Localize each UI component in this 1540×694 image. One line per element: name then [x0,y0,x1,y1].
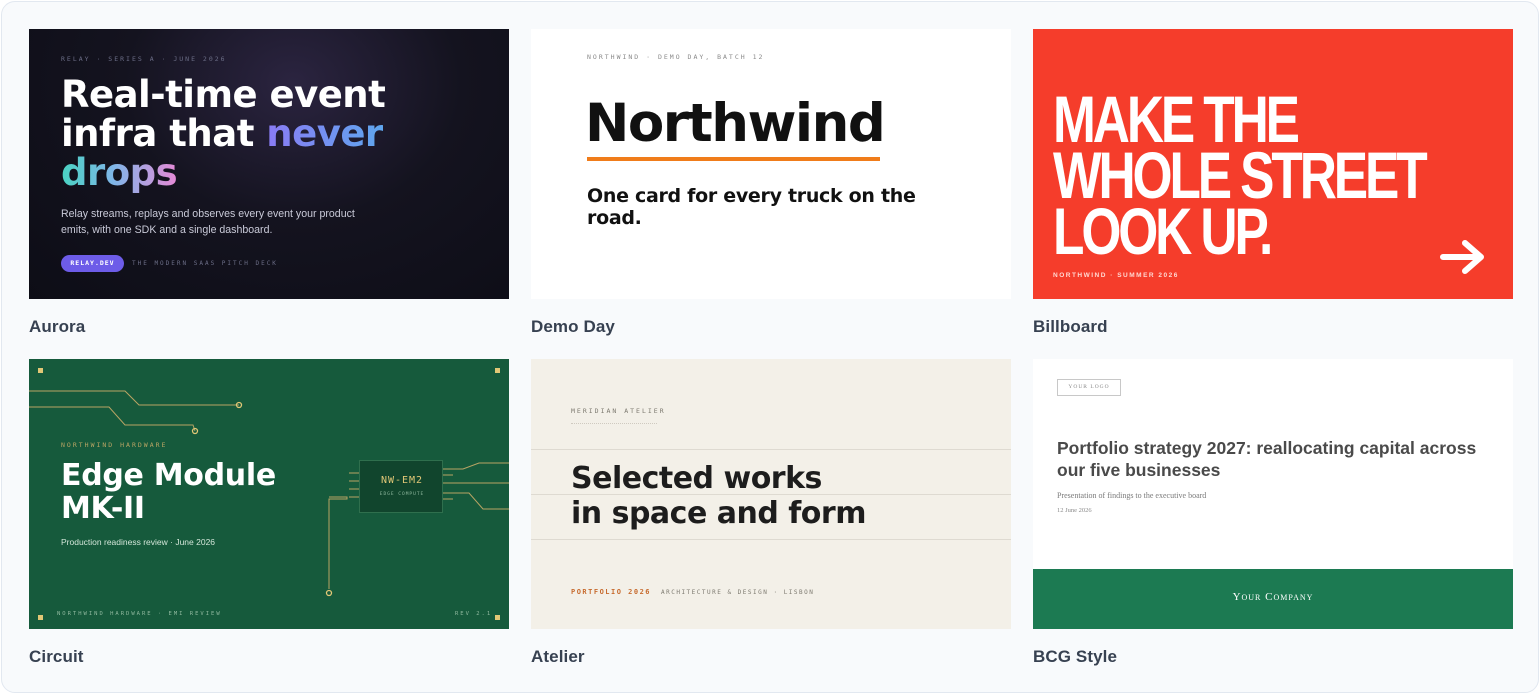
slide-title: Edge Module MK-II [61,459,276,525]
slide-eyebrow: NORTHWIND HARDWARE [61,441,168,449]
template-name[interactable]: BCG Style [1033,647,1117,667]
slide-footer: ARCHITECTURE & DESIGN · LISBON [661,589,815,596]
headline-accent: never [266,112,383,155]
url-pill: RELAY.DEV [61,255,124,272]
slide-date: 12 June 2026 [1057,507,1092,514]
slide-eyebrow: MERIDIAN ATELIER [571,407,666,415]
slide-subtitle: Production readiness review · June 2026 [61,537,216,547]
slide-headline: Real-time event infra that never drops [61,73,386,192]
slide-body: Relay streams, replays and observes ever… [61,208,355,236]
slide-eyebrow: RELAY · SERIES A · JUNE 2026 [61,55,227,63]
slide-title: Selected works in space and form [571,461,866,531]
slide-footer: NORTHWIND · SUMMER 2026 [1053,272,1179,279]
chip-subtitle: EDGE COMPUTE [379,492,425,497]
template-name[interactable]: Atelier [531,647,585,667]
slide-tagline: THE MODERN SAAS PITCH DECK [132,260,278,267]
template-thumbnail-bcg-style[interactable]: YOUR LOGO Portfolio strategy 2027: reall… [1033,359,1513,629]
slide-headline: MAKE THE WHOLE STREET LOOK UP. [1053,86,1428,264]
title-line: Edge Module [61,458,276,493]
headline-line: infra that never [61,114,385,153]
title-line: Selected works [571,461,822,496]
chip-graphic: NW-EM2 EDGE COMPUTE [359,460,443,513]
template-name[interactable]: Demo Day [531,317,615,337]
headline-line: drops [61,153,385,192]
chip-name: NW-EM2 [380,475,424,486]
template-thumbnail-demo-day[interactable]: NORTHWIND · DEMO DAY, BATCH 12 Northwind… [531,29,1011,299]
template-name[interactable]: Circuit [29,647,84,667]
headline-line: Real-time event [61,73,386,116]
template-thumbnail-aurora[interactable]: RELAY · SERIES A · JUNE 2026 Real-time e… [29,29,509,299]
logo-placeholder: YOUR LOGO [1057,379,1121,396]
divider [531,449,1011,450]
slide-title: Northwind [585,93,886,154]
template-name[interactable]: Aurora [29,317,85,337]
slide-eyebrow: NORTHWIND · DEMO DAY, BATCH 12 [587,53,765,61]
headline-text: infra that [61,112,267,155]
template-thumbnail-atelier[interactable]: MERIDIAN ATELIER Selected works in space… [531,359,1011,629]
divider [571,423,657,424]
accent-rule [587,157,880,161]
slide-subtitle: Presentation of findings to the executiv… [1057,491,1207,500]
title-line: in space and form [571,496,866,531]
template-thumbnail-billboard[interactable]: MAKE THE WHOLE STREET LOOK UP. NORTHWIND… [1033,29,1513,299]
headline-accent: drops [61,151,178,194]
arrow-right-icon [1440,240,1484,274]
title-line: MK-II [61,491,145,526]
slide-title: Portfolio strategy 2027: reallocating ca… [1057,438,1477,480]
template-name[interactable]: Billboard [1033,317,1108,337]
slide-subtitle: One card for every truck on the road. [587,185,916,229]
slide-footer-left: NORTHWIND HARDWARE · EMI REVIEW [57,611,222,617]
slide-footer-right: REV 2.1 [455,611,493,617]
divider [531,539,1011,540]
company-name: Your Company [1232,591,1314,603]
slide-footer-accent: PORTFOLIO 2026 [571,588,652,596]
template-thumbnail-circuit[interactable]: NORTHWIND HARDWARE Edge Module MK-II Pro… [29,359,509,629]
template-gallery: RELAY · SERIES A · JUNE 2026 Real-time e… [1,1,1539,693]
